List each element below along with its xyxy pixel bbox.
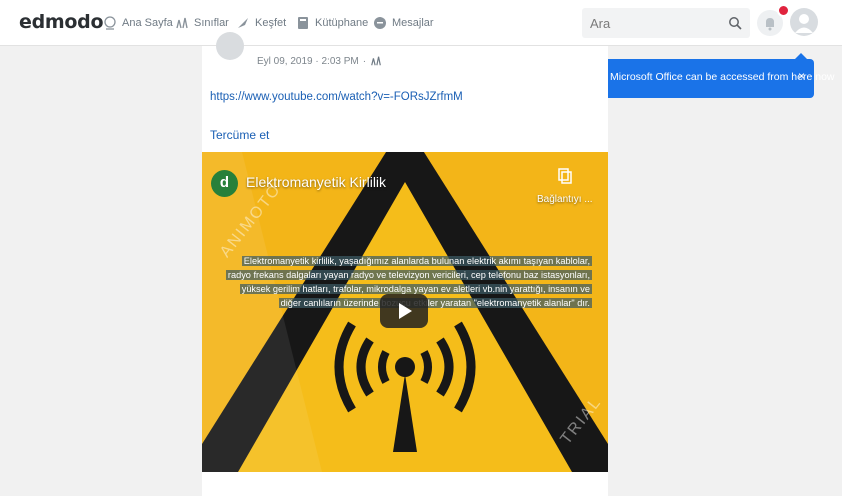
home-icon — [104, 16, 116, 30]
top-navigation-bar: edmodo Ana Sayfa Sınıflar Keşfet Kütüpha… — [0, 0, 842, 46]
nav-discover[interactable]: Keşfet — [236, 15, 286, 31]
caption-line: Elektromanyetik kirlilik, yaşadığımız al… — [241, 256, 592, 266]
nav-home-label: Ana Sayfa — [122, 17, 173, 29]
nav-messages-label: Mesajlar — [392, 17, 434, 29]
edmodo-logo[interactable]: edmodo — [19, 11, 104, 33]
channel-badge[interactable]: d — [211, 170, 238, 197]
nav-home[interactable]: Ana Sayfa — [103, 15, 173, 31]
post-author-avatar[interactable] — [216, 32, 244, 60]
post-meta: Eyl 09, 2019 · 2:03 PM · — [257, 55, 382, 67]
caption-line: diğer canlıların üzerinde bozucu etkiler… — [278, 298, 592, 308]
nav-classes[interactable]: Sınıflar — [175, 15, 229, 31]
play-button[interactable] — [380, 294, 428, 328]
user-icon — [795, 14, 813, 33]
nav-discover-label: Keşfet — [255, 17, 287, 29]
nav-messages[interactable]: Mesajlar — [373, 15, 434, 31]
tooltip-close-button[interactable]: × — [798, 69, 805, 83]
nav-library[interactable]: Kütüphane — [296, 15, 368, 31]
office-tooltip: Microsoft Office can be accessed from he… — [602, 53, 835, 98]
search-input[interactable] — [582, 8, 712, 38]
caption-line: yüksek gerilim hatları, trafolar, mikrod… — [239, 284, 592, 294]
video-embed[interactable]: d Elektromanyetik Kirlilik Bağlantıyı ..… — [202, 152, 608, 472]
messages-icon — [374, 17, 386, 29]
post-date[interactable]: Eyl 09, 2019 · 2:03 PM — [257, 56, 359, 67]
library-icon — [298, 17, 308, 29]
user-avatar[interactable] — [790, 8, 818, 36]
classes-icon — [371, 56, 381, 66]
classes-icon — [176, 17, 188, 29]
notification-badge — [777, 4, 790, 17]
nav-classes-label: Sınıflar — [194, 17, 229, 29]
search-box — [582, 8, 750, 38]
search-icon[interactable] — [728, 16, 742, 30]
translate-link[interactable]: Tercüme et — [210, 128, 269, 142]
post-card: Eyl 09, 2019 · 2:03 PM · https://www.you… — [202, 32, 608, 496]
post-url-link[interactable]: https://www.youtube.com/watch?v=-FORsJZr… — [210, 91, 463, 103]
nav-library-label: Kütüphane — [315, 17, 369, 29]
copy-link-label[interactable]: Bağlantıyı ... — [537, 194, 593, 205]
meta-separator: · — [362, 55, 367, 67]
caption-line: radyo frekans dalgaları yayan radyo ve t… — [225, 270, 592, 280]
rocket-icon — [238, 18, 248, 28]
copy-link-icon[interactable] — [558, 168, 572, 184]
